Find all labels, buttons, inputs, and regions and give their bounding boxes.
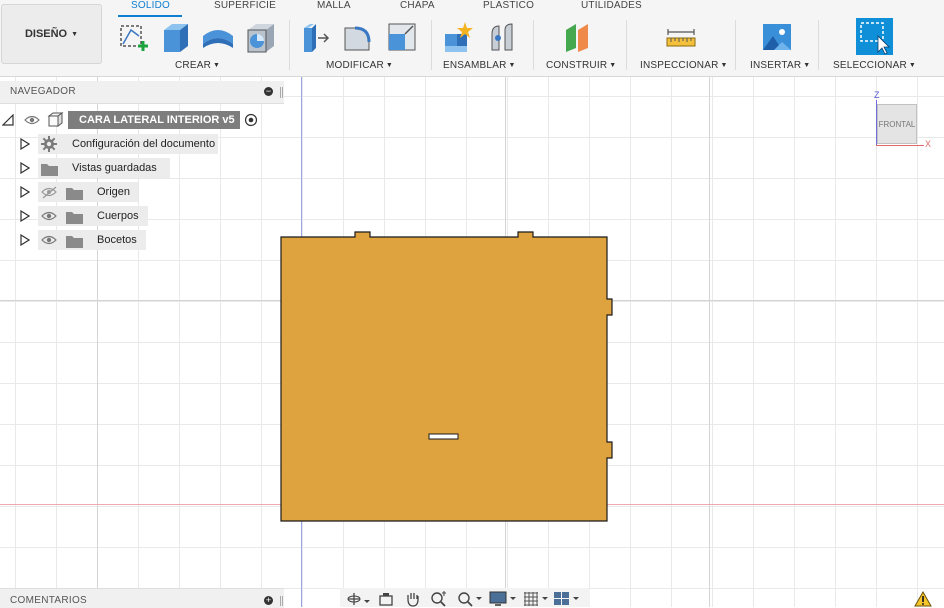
folder-icon [66,188,83,200]
fit-icon[interactable] [456,590,482,607]
browser-item-label: Cuerpos [97,210,139,222]
browser-title: NAVEGADOR [10,86,76,97]
display-settings-icon[interactable] [488,590,518,607]
slot-cutout[interactable] [428,433,459,440]
browser-item-document-settings[interactable]: Configuración del documento [0,133,284,155]
browser-item-label: Bocetos [97,234,137,246]
zoom-icon[interactable] [430,590,448,607]
expand-triangle-icon[interactable] [20,162,30,174]
eye-hidden-icon[interactable] [41,186,58,199]
axis-x-label: X [925,139,932,149]
folder-icon [66,236,83,248]
eye-icon[interactable] [24,114,40,126]
expand-triangle-icon[interactable] [20,138,30,150]
collapse-triangle-icon[interactable] [2,114,14,126]
browser-item-label: Origen [97,186,131,198]
panel-grip-icon[interactable] [280,596,283,606]
warning-icon[interactable] [914,591,932,607]
browser-root-row[interactable]: CARA LATERAL INTERIOR v5 [0,109,284,131]
browser-item-label: Configuración del documento [72,138,216,150]
x-axis-indicator [876,145,924,146]
gear-icon [41,136,57,152]
collapse-icon[interactable]: − [264,87,273,96]
component-icon [47,112,64,127]
browser-item-origin[interactable]: Origen [0,181,284,203]
look-at-icon[interactable] [378,591,394,607]
navigation-toolbar [340,588,590,607]
grid-settings-icon[interactable] [522,590,552,607]
browser-item-saved-views[interactable]: Vistas guardadas [0,157,284,179]
body-profile[interactable] [280,231,613,522]
orbit-icon[interactable] [346,591,370,607]
viewcube-face-frontal[interactable]: FRONTAL [877,104,917,144]
viewcube[interactable]: Z X FRONTAL [868,86,938,150]
viewports-icon[interactable] [552,590,584,607]
browser-item-label: Vistas guardadas [72,162,157,174]
comments-panel[interactable]: COMENTARIOS + [0,588,284,608]
eye-icon[interactable] [41,234,58,247]
browser-header: NAVEGADOR − [0,81,284,104]
expand-triangle-icon[interactable] [20,210,30,222]
axis-z-label: Z [874,90,880,100]
panel-grip-icon[interactable] [280,87,283,98]
root-component-label: CARA LATERAL INTERIOR v5 [79,114,235,126]
pan-icon[interactable] [404,590,422,607]
add-comment-icon[interactable]: + [264,596,273,605]
folder-icon [66,212,83,224]
comments-label: COMENTARIOS [10,595,88,606]
activate-radio-icon[interactable] [244,113,258,127]
eye-icon[interactable] [41,210,58,223]
folder-icon [41,164,58,176]
expand-triangle-icon[interactable] [20,234,30,246]
expand-triangle-icon[interactable] [20,186,30,198]
browser-item-sketches[interactable]: Bocetos [0,229,284,251]
browser-item-bodies[interactable]: Cuerpos [0,205,284,227]
